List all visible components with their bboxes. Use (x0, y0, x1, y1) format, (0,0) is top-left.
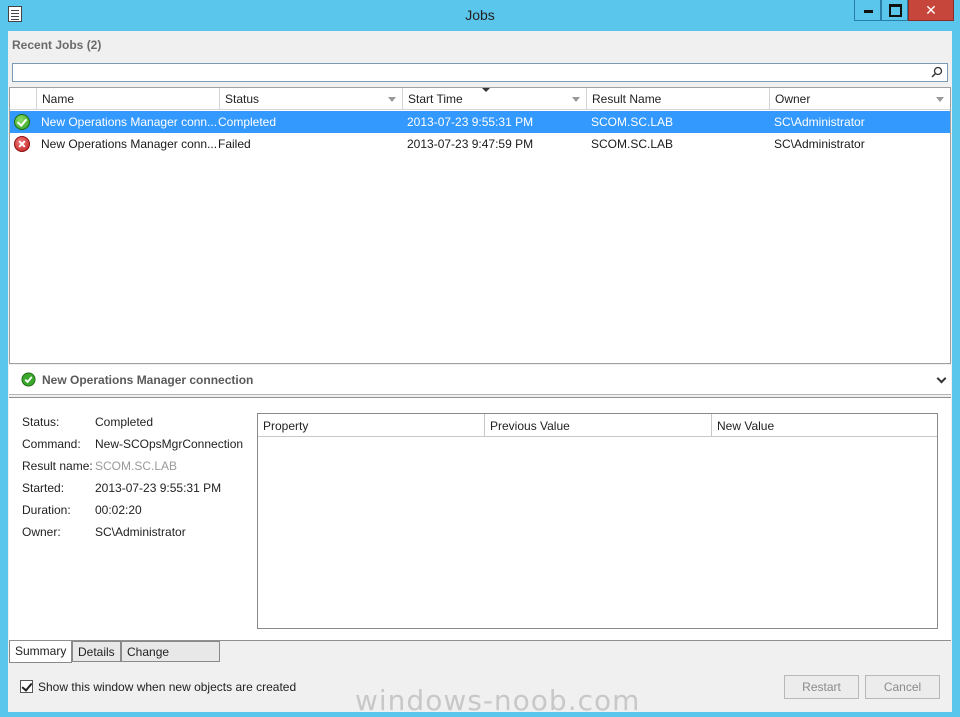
restart-button[interactable]: Restart (784, 675, 859, 699)
job-detail-header[interactable]: New Operations Manager connection (9, 365, 951, 395)
row-owner: SC\Administrator (774, 115, 865, 129)
status-value: Completed (95, 415, 154, 429)
result-name-value: SCOM.SC.LAB (95, 459, 178, 473)
success-check-icon (21, 372, 36, 387)
row-result-name: SCOM.SC.LAB (591, 115, 674, 129)
success-check-icon (14, 114, 30, 130)
error-x-icon (14, 136, 30, 152)
result-name-label: Result name: (22, 459, 93, 473)
window-title: Jobs (465, 7, 495, 23)
row-name: New Operations Manager conn... (41, 115, 218, 129)
tab-change-tracking[interactable]: Change Tracking (121, 641, 220, 679)
status-label: Status: (22, 415, 60, 429)
watermark: windows-noob.com (355, 684, 641, 717)
show-window-checkbox[interactable] (20, 680, 33, 693)
column-header-property[interactable]: Property (258, 414, 485, 437)
title-bar[interactable]: Jobs ✕ (0, 0, 960, 30)
tab-details[interactable]: Details (72, 641, 121, 662)
column-header-status[interactable]: Status (219, 88, 402, 110)
owner-value: SC\Administrator (95, 525, 186, 539)
chevron-down-icon[interactable] (936, 373, 947, 384)
cancel-button[interactable]: Cancel (865, 675, 940, 699)
duration-value: 00:02:20 (95, 503, 142, 517)
table-row[interactable]: New Operations Manager conn... Completed… (10, 111, 950, 133)
row-name: New Operations Manager conn... (41, 137, 218, 151)
command-value: New-SCOpsMgrConnection (95, 437, 244, 451)
jobs-grid: Name Status Start Time Result Name Owner… (9, 87, 951, 364)
table-row[interactable]: New Operations Manager conn... Failed 20… (10, 133, 950, 155)
column-header-status-label: Status (225, 92, 260, 106)
started-label: Started: (22, 481, 65, 495)
column-header-name-label: Name (42, 92, 75, 106)
row-status: Failed (218, 137, 251, 151)
recent-jobs-label: Recent Jobs (2) (12, 38, 102, 52)
row-status: Completed (218, 115, 277, 129)
column-header-owner[interactable]: Owner (769, 88, 950, 110)
column-header-owner-label: Owner (775, 92, 811, 106)
window-client-area: Recent Jobs (2) Name Status Start Time R… (8, 31, 952, 712)
column-header-previous-value[interactable]: Previous Value (485, 414, 712, 437)
show-window-checkbox-label[interactable]: Show this window when new objects are cr… (38, 680, 296, 694)
row-start-time: 2013-07-23 9:55:31 PM (407, 115, 534, 129)
close-button[interactable]: ✕ (908, 0, 954, 21)
started-value: 2013-07-23 9:55:31 PM (95, 481, 222, 495)
property-grid-header: Property Previous Value New Value (258, 414, 937, 437)
search-icon[interactable] (931, 66, 943, 78)
column-filter-icon[interactable] (936, 97, 944, 102)
column-header-new-value[interactable]: New Value (712, 414, 937, 437)
row-owner: SC\Administrator (774, 137, 865, 151)
column-header-result-name-label: Result Name (592, 92, 662, 106)
command-label: Command: (22, 437, 81, 451)
job-detail-title: New Operations Manager connection (42, 373, 254, 387)
sort-descending-icon (482, 88, 490, 92)
column-filter-icon[interactable] (388, 97, 396, 102)
row-start-time: 2013-07-23 9:47:59 PM (407, 137, 534, 151)
column-header-result-name[interactable]: Result Name (586, 88, 769, 110)
column-header-start-time-label: Start Time (408, 92, 463, 106)
maximize-button[interactable] (881, 0, 908, 21)
column-header-name[interactable]: Name (36, 88, 219, 110)
close-icon: ✕ (925, 2, 937, 18)
jobs-grid-header: Name Status Start Time Result Name Owner (10, 88, 950, 110)
job-summary-panel: Status: Completed Command: New-SCOpsMgrC… (9, 397, 951, 641)
owner-label: Owner: (22, 525, 61, 539)
duration-label: Duration: (22, 503, 71, 517)
minimize-button[interactable] (854, 0, 881, 21)
jobs-window: Jobs ✕ Recent Jobs (2) Name Status Start… (0, 0, 960, 717)
tab-summary[interactable]: Summary (9, 641, 72, 663)
column-filter-icon[interactable] (572, 97, 580, 102)
property-change-grid: Property Previous Value New Value (257, 413, 938, 629)
column-header-start-time[interactable]: Start Time (402, 88, 586, 110)
search-input[interactable] (12, 63, 948, 82)
row-result-name: SCOM.SC.LAB (591, 137, 674, 151)
